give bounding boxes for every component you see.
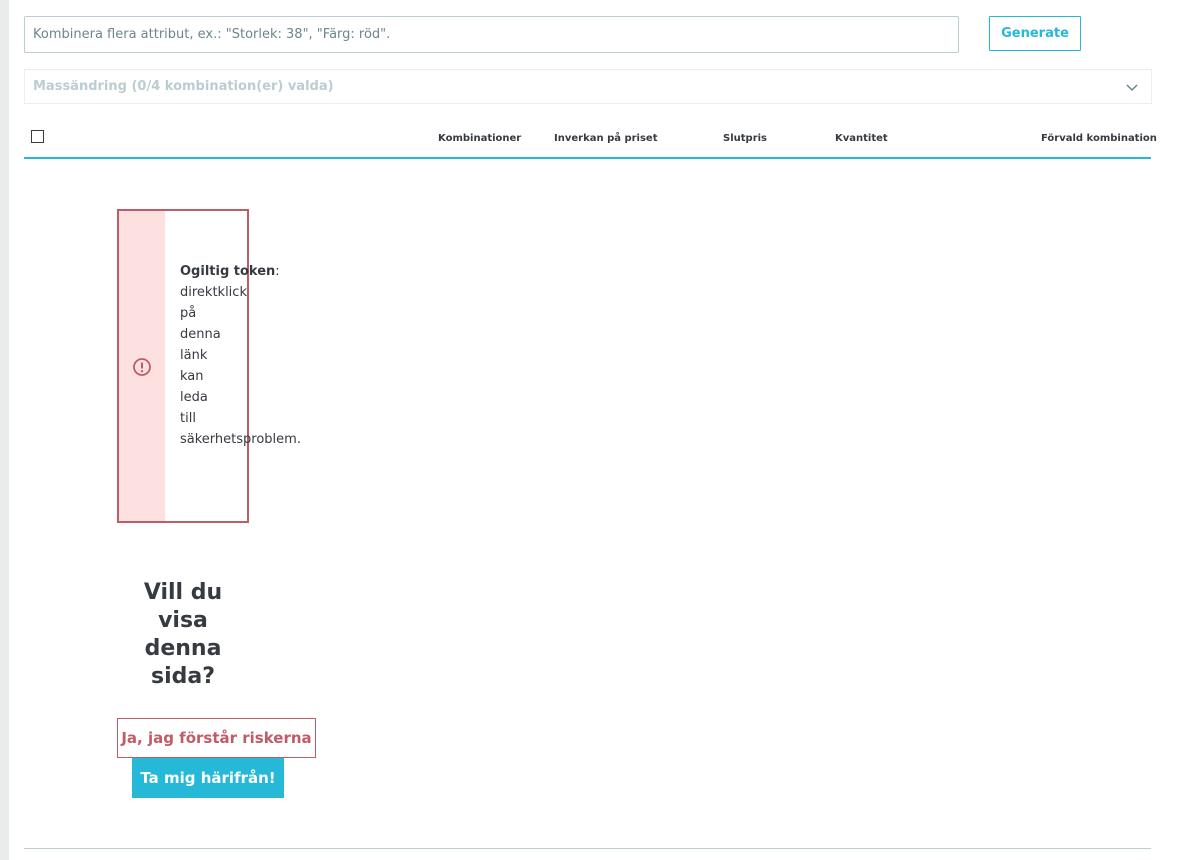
alert-word: säkerhetsproblem. (180, 432, 301, 447)
alert-word: kan (180, 369, 204, 384)
alert-word: denna (180, 327, 221, 342)
accept-risks-button[interactable]: Ja, jag förstår riskerna (117, 718, 316, 758)
leave-page-button[interactable]: Ta mig härifrån! (132, 758, 284, 798)
alert-title-line-1: Ogiltig token: (180, 261, 280, 282)
exclamation-circle-icon (133, 358, 151, 376)
generate-button[interactable]: Generate (989, 16, 1081, 51)
alert-message: Ogiltig token: direktklick på denna länk… (180, 261, 301, 450)
column-header-final-price: Slutpris (723, 133, 767, 144)
alert-word: på (180, 306, 197, 321)
invalid-token-alert: Ogiltig token: direktklick på denna länk… (117, 209, 301, 523)
chevron-down-icon[interactable] (1125, 80, 1139, 94)
bulk-edit-bar[interactable]: Massändring (0/4 kombination(er) valda) (24, 69, 1152, 104)
attribute-combination-input[interactable] (24, 16, 959, 53)
alert-title-separator: : (275, 264, 280, 279)
alert-word: direktklick (180, 285, 247, 300)
column-header-price-impact: Inverkan på priset (554, 133, 658, 144)
bottom-divider (24, 848, 1151, 849)
bulk-edit-label: Massändring (0/4 kombination(er) valda) (33, 79, 334, 94)
alert-word: länk (180, 348, 208, 363)
left-gutter (0, 0, 9, 860)
column-header-quantity: Kvantitet (835, 133, 888, 144)
column-header-default-combination: Förvald kombination (1041, 133, 1157, 144)
column-header-combinations: Kombinationer (438, 133, 522, 144)
alert-icon-strip (119, 211, 165, 521)
combinations-table-header: Kombinationer Inverkan på priset Slutpri… (24, 120, 1157, 159)
alert-word: till (180, 411, 196, 426)
alert-word: leda (180, 390, 208, 405)
question-heading: Vill du visa denna sida? (143, 580, 223, 689)
alert-title: Ogiltig token (180, 264, 276, 279)
select-all-checkbox[interactable] (31, 130, 44, 143)
